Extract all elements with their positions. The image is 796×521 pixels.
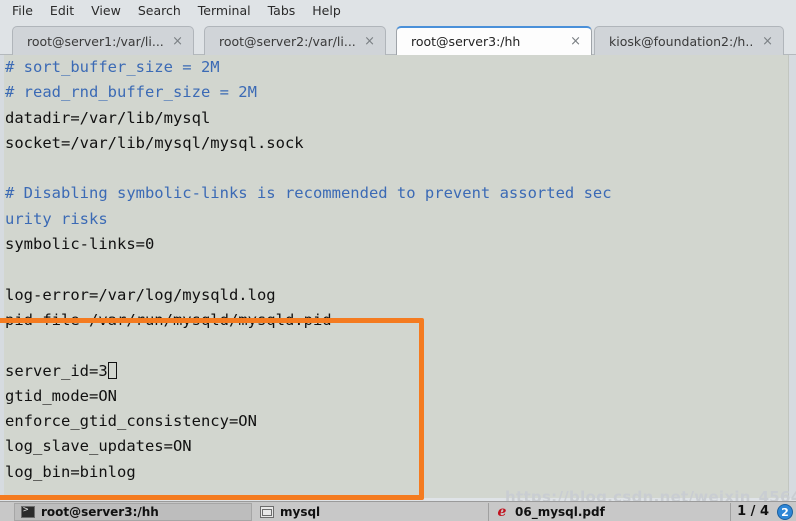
taskbar-item-mysql[interactable]: mysql (254, 502, 486, 521)
workspace-badge[interactable]: 2 (777, 503, 793, 520)
terminal-line: pid-file=/var/run/mysqld/mysqld.pid (5, 310, 332, 329)
menu-item-tabs[interactable]: Tabs (268, 0, 307, 22)
tab-server3[interactable]: root@server3:/hh × (396, 26, 592, 55)
close-icon[interactable]: × (570, 35, 581, 48)
taskbar-item-terminal[interactable]: root@server3:/hh (14, 502, 252, 521)
terminal-line: urity risks (5, 209, 108, 228)
page-indicator: 1 / 4 (730, 502, 775, 521)
taskbar-item-label: 06_mysql.pdf (515, 504, 605, 519)
terminal-line: symbolic-links=0 (5, 235, 155, 254)
menu-item-edit[interactable]: Edit (50, 0, 85, 22)
terminal-line: # Disabling symbolic-links is recommende… (5, 184, 612, 203)
terminal-pane[interactable]: # sort_buffer_size = 2M # read_rnd_buffer… (0, 55, 796, 498)
menu-item-search[interactable]: Search (138, 0, 192, 22)
terminal-line: log-error=/var/log/mysqld.log (5, 285, 276, 304)
terminal-line: # sort_buffer_size = 2M (5, 58, 220, 76)
menu-item-help[interactable]: Help (312, 0, 352, 22)
close-icon[interactable]: × (364, 35, 375, 48)
menu-bar: File Edit View Search Terminal Tabs Help (0, 0, 796, 22)
taskbar: root@server3:/hh mysql e 06_mysql.pdf 1 … (0, 501, 796, 521)
terminal-icon (21, 505, 35, 518)
tab-label: root@server1:/var/li... (27, 33, 164, 49)
terminal-left-gutter (0, 55, 4, 498)
close-icon[interactable]: × (172, 35, 183, 48)
terminal-line: enforce_gtid_consistency=ON (5, 412, 257, 431)
taskbar-item-label: mysql (280, 504, 321, 519)
tab-server2[interactable]: root@server2:/var/li... × (204, 26, 386, 55)
tab-server1[interactable]: root@server1:/var/li... × (12, 26, 194, 55)
taskbar-item-pdf[interactable]: e 06_mysql.pdf (488, 502, 710, 521)
terminal-line: log_bin=binlog (5, 462, 136, 481)
terminal-scrollbar[interactable] (788, 55, 796, 498)
text-cursor (107, 361, 117, 379)
menu-item-terminal[interactable]: Terminal (198, 0, 262, 22)
menu-item-file[interactable]: File (12, 0, 44, 22)
tab-label: root@server2:/var/li... (219, 33, 356, 49)
terminal-line: socket=/var/lib/mysql/mysql.sock (5, 133, 304, 152)
terminal-line: server_id=3 (5, 359, 786, 384)
tab-label: root@server3:/hh (411, 34, 521, 49)
window-icon (260, 505, 274, 518)
close-icon[interactable]: × (762, 35, 773, 48)
menu-item-view[interactable]: View (91, 0, 132, 22)
terminal-line: # read_rnd_buffer_size = 2M (5, 83, 257, 102)
terminal-text: # sort_buffer_size = 2M # read_rnd_buffer… (5, 55, 786, 485)
terminal-line: datadir=/var/lib/mysql (5, 108, 211, 127)
pdf-icon: e (497, 503, 507, 520)
terminal-window: File Edit View Search Terminal Tabs Help… (0, 0, 796, 521)
tab-foundation2[interactable]: kiosk@foundation2:/h... × (594, 26, 784, 55)
taskbar-item-label: root@server3:/hh (41, 504, 159, 519)
tab-strip: root@server1:/var/li... × root@server2:/… (0, 22, 796, 55)
terminal-line: log_slave_updates=ON (5, 437, 192, 456)
tab-label: kiosk@foundation2:/h... (609, 33, 755, 49)
terminal-line: gtid_mode=ON (5, 386, 117, 405)
